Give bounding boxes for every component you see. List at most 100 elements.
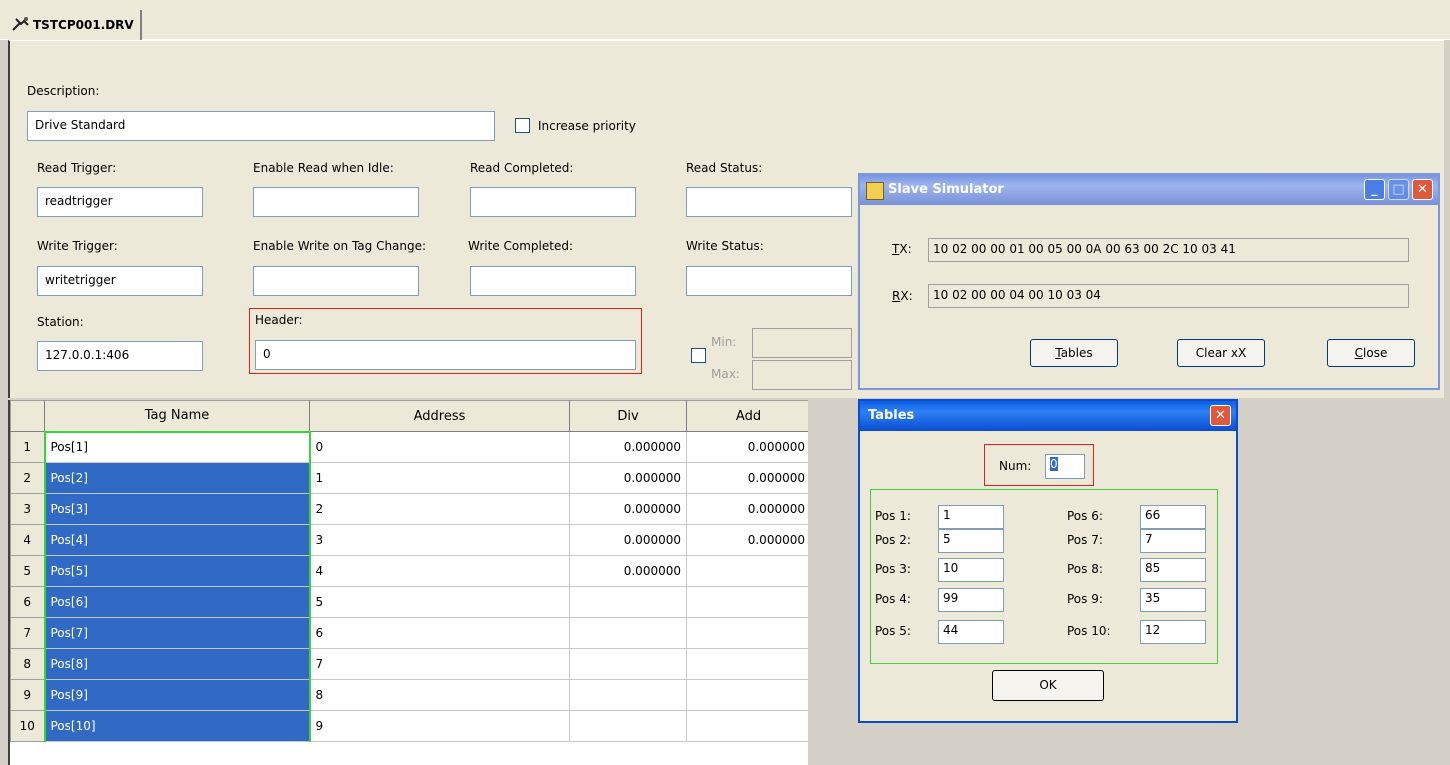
address-cell[interactable]: 7 bbox=[309, 648, 570, 680]
minimize-icon[interactable]: _ bbox=[1364, 179, 1385, 200]
enable-read-input[interactable] bbox=[253, 187, 419, 217]
tag-name-cell[interactable]: Pos[7] bbox=[43, 617, 311, 649]
read-completed-input[interactable] bbox=[470, 187, 636, 217]
div-cell[interactable] bbox=[569, 617, 687, 649]
add-cell[interactable]: 0.000000 bbox=[686, 524, 808, 556]
write-completed-input[interactable] bbox=[470, 266, 636, 296]
div-cell[interactable]: 0.000000 bbox=[569, 493, 687, 525]
div-cell[interactable]: 0.000000 bbox=[569, 462, 687, 494]
tag-name-cell[interactable]: Pos[5] bbox=[43, 555, 311, 587]
address-cell[interactable]: 4 bbox=[309, 555, 570, 587]
read-trigger-label: Read Trigger: bbox=[37, 161, 117, 175]
rx-value: 10 02 00 00 04 00 10 03 04 bbox=[928, 284, 1409, 308]
add-cell[interactable] bbox=[686, 710, 808, 742]
tag-name-cell[interactable]: Pos[6] bbox=[43, 586, 311, 618]
div-cell[interactable]: 0.000000 bbox=[569, 431, 687, 463]
tag-name-cell[interactable]: Pos[1] bbox=[43, 430, 311, 463]
table-row[interactable]: 7 Pos[7] 6 bbox=[10, 617, 808, 649]
add-cell[interactable] bbox=[686, 679, 808, 711]
min-input[interactable] bbox=[752, 328, 852, 358]
table-row[interactable]: 2 Pos[2] 1 0.000000 0.000000 bbox=[10, 462, 808, 494]
column-header-tag-name[interactable]: Tag Name bbox=[44, 400, 310, 432]
table-row[interactable]: 10 Pos[10] 9 bbox=[10, 710, 808, 742]
add-cell[interactable] bbox=[686, 617, 808, 649]
address-cell[interactable]: 3 bbox=[309, 524, 570, 556]
ok-button[interactable]: OK bbox=[992, 670, 1104, 701]
add-cell[interactable]: 0.000000 bbox=[686, 431, 808, 463]
div-cell[interactable] bbox=[569, 710, 687, 742]
div-cell[interactable]: 0.000000 bbox=[569, 555, 687, 587]
add-cell[interactable] bbox=[686, 648, 808, 680]
tables-button[interactable]: Tables bbox=[1030, 339, 1118, 367]
station-input[interactable]: 127.0.0.1:406 bbox=[37, 341, 203, 371]
pos-input[interactable]: 44 bbox=[938, 620, 1004, 644]
pos-input[interactable]: 35 bbox=[1140, 588, 1206, 612]
write-status-input[interactable] bbox=[686, 266, 852, 296]
enable-read-label: Enable Read when Idle: bbox=[253, 161, 394, 175]
table-row[interactable]: 1 Pos[1] 0 0.000000 0.000000 bbox=[10, 430, 808, 463]
close-button[interactable]: Close bbox=[1327, 339, 1415, 367]
address-cell[interactable]: 8 bbox=[309, 679, 570, 711]
row-number: 2 bbox=[10, 462, 45, 494]
address-cell[interactable]: 1 bbox=[309, 462, 570, 494]
close-icon[interactable]: ✕ bbox=[1210, 405, 1231, 426]
column-header-address[interactable]: Address bbox=[309, 400, 570, 432]
tag-name-cell[interactable]: Pos[8] bbox=[43, 648, 311, 680]
tag-name-cell[interactable]: Pos[4] bbox=[43, 524, 311, 556]
table-row[interactable]: 5 Pos[5] 4 0.000000 bbox=[10, 555, 808, 587]
header-input[interactable]: 0 bbox=[255, 340, 636, 370]
enable-write-input[interactable] bbox=[253, 266, 419, 296]
address-cell[interactable]: 0 bbox=[309, 431, 570, 463]
clear-button[interactable]: Clear xX bbox=[1177, 339, 1265, 367]
address-cell[interactable]: 6 bbox=[309, 617, 570, 649]
pos-input[interactable]: 7 bbox=[1140, 529, 1206, 553]
min-max-checkbox[interactable] bbox=[691, 348, 706, 363]
tables-titlebar[interactable]: Tables ✕ bbox=[860, 401, 1236, 431]
pos-input[interactable]: 1 bbox=[938, 505, 1004, 529]
row-number-header bbox=[10, 400, 45, 432]
num-label: Num: bbox=[999, 459, 1032, 473]
pos-input[interactable]: 12 bbox=[1140, 620, 1206, 644]
column-header-add[interactable]: Add bbox=[686, 400, 808, 432]
add-cell[interactable]: 0.000000 bbox=[686, 462, 808, 494]
table-row[interactable]: 3 Pos[3] 2 0.000000 0.000000 bbox=[10, 493, 808, 525]
tag-name-cell[interactable]: Pos[9] bbox=[43, 679, 311, 711]
tag-name-cell[interactable]: Pos[10] bbox=[43, 710, 311, 742]
tag-name-cell[interactable]: Pos[2] bbox=[43, 462, 311, 494]
div-cell[interactable] bbox=[569, 648, 687, 680]
write-trigger-input[interactable]: writetrigger bbox=[37, 266, 203, 296]
pos-input[interactable]: 10 bbox=[938, 558, 1004, 582]
address-cell[interactable]: 2 bbox=[309, 493, 570, 525]
increase-priority-checkbox[interactable] bbox=[515, 118, 530, 133]
max-input[interactable] bbox=[752, 360, 852, 390]
address-cell[interactable]: 9 bbox=[309, 710, 570, 742]
table-row[interactable]: 6 Pos[6] 5 bbox=[10, 586, 808, 618]
pos-input[interactable]: 5 bbox=[938, 529, 1004, 553]
add-cell[interactable]: 0.000000 bbox=[686, 493, 808, 525]
num-value: 0 bbox=[1050, 457, 1058, 471]
pos-input[interactable]: 85 bbox=[1140, 558, 1206, 582]
slave-simulator-titlebar[interactable]: Slave Simulator _ □ ✕ bbox=[860, 175, 1438, 205]
close-icon[interactable]: ✕ bbox=[1412, 179, 1433, 200]
enable-write-label: Enable Write on Tag Change: bbox=[253, 239, 427, 253]
tag-table: Tag Name Address Div Add 1 Pos[1] 0 0.00000… bbox=[10, 400, 808, 742]
pos-input[interactable]: 99 bbox=[938, 588, 1004, 612]
read-trigger-input[interactable]: readtrigger bbox=[37, 187, 203, 217]
read-status-input[interactable] bbox=[686, 187, 852, 217]
div-cell[interactable] bbox=[569, 679, 687, 711]
div-cell[interactable] bbox=[569, 586, 687, 618]
table-row[interactable]: 9 Pos[9] 8 bbox=[10, 679, 808, 711]
add-cell[interactable] bbox=[686, 586, 808, 618]
div-cell[interactable]: 0.000000 bbox=[569, 524, 687, 556]
table-row[interactable]: 4 Pos[4] 3 0.000000 0.000000 bbox=[10, 524, 808, 556]
address-cell[interactable]: 5 bbox=[309, 586, 570, 618]
add-cell[interactable] bbox=[686, 555, 808, 587]
pos-input[interactable]: 66 bbox=[1140, 505, 1206, 529]
column-header-div[interactable]: Div bbox=[569, 400, 687, 432]
description-input[interactable]: Drive Standard bbox=[27, 111, 495, 141]
num-input[interactable]: 0 bbox=[1045, 454, 1085, 479]
document-tab[interactable]: TSTCP001.DRV bbox=[8, 10, 142, 40]
row-number: 1 bbox=[10, 431, 45, 463]
table-row[interactable]: 8 Pos[8] 7 bbox=[10, 648, 808, 680]
tag-name-cell[interactable]: Pos[3] bbox=[43, 493, 311, 525]
